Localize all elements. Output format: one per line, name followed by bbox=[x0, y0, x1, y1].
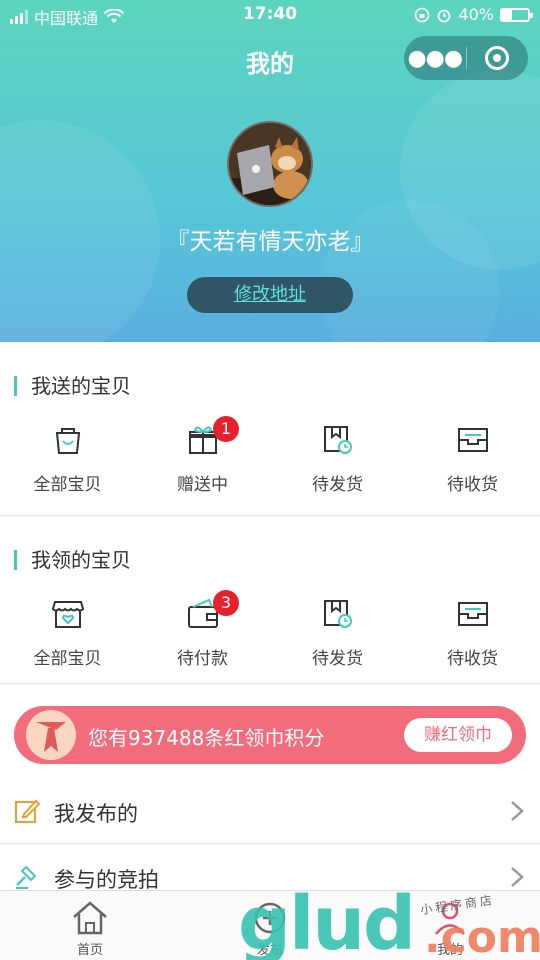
status-bar: 中国联通 17:40 40% bbox=[0, 0, 540, 30]
edit-address-button[interactable]: 修改地址 bbox=[187, 277, 353, 313]
status-right: 40% bbox=[414, 5, 533, 24]
home-icon bbox=[73, 901, 107, 935]
sent-items: 全部宝贝 1 赠送中 待发货 待收货 bbox=[0, 416, 540, 495]
badge-count: 3 bbox=[213, 590, 239, 616]
sent-gifts-section: 我送的宝贝 全部宝贝 1 赠送中 待发货 待收货 bbox=[0, 342, 540, 516]
item-label: 待收货 bbox=[447, 649, 498, 669]
sent-all-item[interactable]: 全部宝贝 bbox=[0, 422, 135, 495]
sent-giving-item[interactable]: 1 赠送中 bbox=[135, 416, 270, 495]
inbox-icon bbox=[457, 428, 488, 452]
watermark-suffix: .com bbox=[424, 912, 540, 960]
received-items: 全部宝贝 3 待付款 待发货 待收货 bbox=[0, 590, 540, 669]
more-dots-icon[interactable]: ●●● bbox=[404, 46, 466, 71]
received-to-pay-item[interactable]: 3 待付款 bbox=[135, 590, 270, 669]
item-label: 待发货 bbox=[312, 475, 363, 495]
chevron-right-icon bbox=[511, 801, 524, 821]
earn-points-button[interactable]: 赚红领巾 bbox=[404, 718, 512, 752]
section-title: 我送的宝贝 bbox=[14, 376, 131, 396]
profile-header: 中国联通 17:40 40% 我的 ●●● 『天若有情天亦老』 修改地址 bbox=[0, 0, 540, 342]
item-label: 待发货 bbox=[312, 649, 363, 669]
red-scarf-icon bbox=[26, 710, 76, 760]
sent-to-receive-item[interactable]: 待收货 bbox=[405, 422, 540, 495]
section-title: 我领的宝贝 bbox=[14, 550, 131, 570]
shop-heart-icon bbox=[51, 601, 84, 628]
watermark-logo: glud bbox=[238, 881, 416, 960]
item-label: 全部宝贝 bbox=[33, 649, 102, 669]
item-label: 全部宝贝 bbox=[33, 475, 102, 495]
avatar[interactable] bbox=[227, 121, 313, 207]
bag-icon bbox=[55, 428, 80, 454]
item-label: 赠送中 bbox=[177, 475, 228, 495]
tab-label: 首页 bbox=[76, 943, 103, 958]
avatar-image bbox=[229, 123, 311, 205]
username: 『天若有情天亦老』 bbox=[166, 229, 374, 255]
box-clock-icon bbox=[323, 600, 352, 628]
chevron-right-icon bbox=[511, 867, 524, 887]
target-circle-icon bbox=[485, 46, 510, 70]
received-all-item[interactable]: 全部宝贝 bbox=[0, 596, 135, 669]
sent-to-ship-item[interactable]: 待发货 bbox=[270, 422, 405, 495]
received-gifts-section: 我领的宝贝 全部宝贝 3 待付款 待发货 待收货 bbox=[0, 516, 540, 684]
battery-percent: 40% bbox=[458, 5, 494, 24]
points-text: 您有937488条红领巾积分 bbox=[88, 726, 325, 750]
item-label: 待付款 bbox=[177, 649, 228, 669]
points-banner: 您有937488条红领巾积分 赚红领巾 bbox=[14, 706, 526, 764]
item-label: 待收货 bbox=[447, 475, 498, 495]
alarm-icon bbox=[438, 9, 451, 22]
received-to-ship-item[interactable]: 待发货 bbox=[270, 596, 405, 669]
menu-item-my-published[interactable]: 我发布的 bbox=[0, 778, 540, 844]
tab-home[interactable]: 首页 bbox=[0, 891, 180, 960]
close-capsule-button[interactable] bbox=[466, 46, 528, 70]
gavel-icon bbox=[16, 865, 37, 889]
edit-icon bbox=[15, 799, 40, 823]
box-clock-icon bbox=[323, 426, 352, 454]
miniprogram-capsule: ●●● bbox=[404, 36, 528, 80]
badge-count: 1 bbox=[213, 416, 239, 442]
rotation-lock-icon bbox=[415, 7, 430, 22]
nav-bar: 我的 ●●● bbox=[0, 30, 540, 90]
inbox-icon bbox=[457, 602, 488, 626]
battery-icon bbox=[500, 7, 533, 22]
received-to-receive-item[interactable]: 待收货 bbox=[405, 596, 540, 669]
menu-label: 我发布的 bbox=[54, 802, 138, 826]
